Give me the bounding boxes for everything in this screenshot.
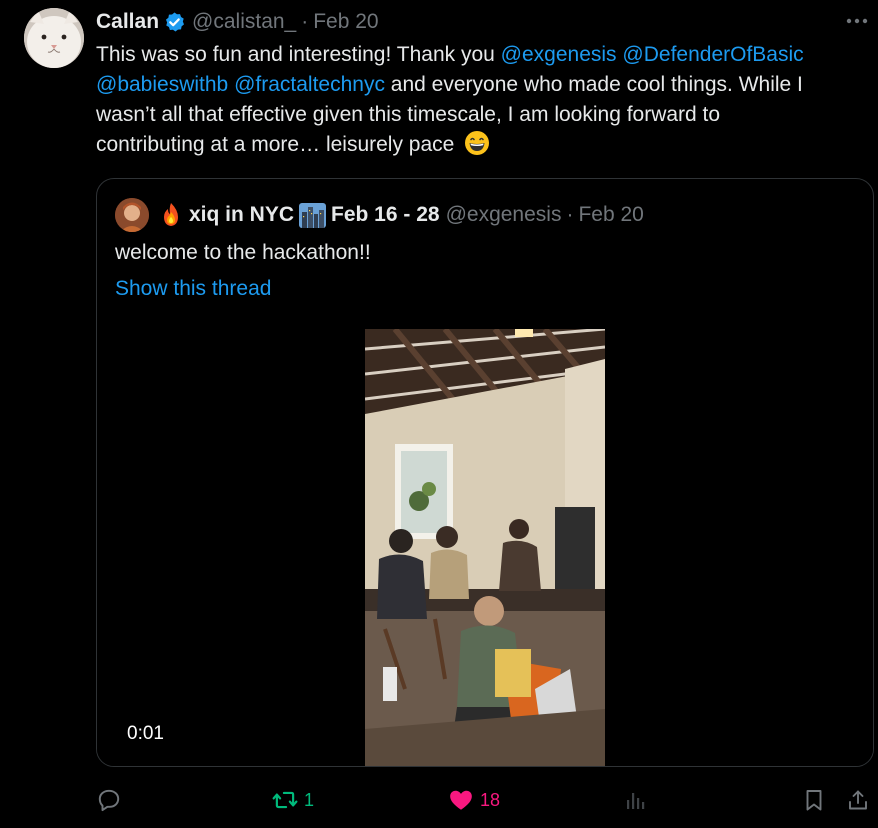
video-timestamp: 0:01	[127, 723, 164, 744]
retweet-button[interactable]: 1	[272, 785, 314, 815]
tweet-date[interactable]: Feb 20	[313, 10, 378, 34]
author-handle[interactable]: @calistan_	[192, 10, 296, 34]
retweet-count: 1	[304, 789, 315, 810]
quoted-tweet[interactable]: xiq in NYC Feb 16 - 28 @exgenesis · Feb …	[96, 178, 874, 767]
like-button[interactable]: 18	[448, 785, 500, 815]
more-button[interactable]	[844, 10, 870, 32]
tweet-text-segment: This was so fun and interesting! Thank y…	[96, 43, 501, 66]
avatar[interactable]	[24, 8, 84, 68]
tweet-text: This was so fun and interesting! Thank y…	[96, 40, 878, 160]
more-icon	[846, 18, 868, 24]
views-button[interactable]	[624, 785, 648, 815]
bookmark-button[interactable]	[802, 785, 826, 815]
show-thread-link[interactable]: Show this thread	[115, 277, 271, 301]
views-icon	[627, 793, 645, 809]
action-bar: 1 18	[96, 785, 878, 815]
video-player[interactable]: 0:01	[97, 329, 873, 766]
heart-icon	[450, 790, 472, 810]
mention-link[interactable]: @babieswithb	[96, 73, 228, 96]
quoted-author-handle[interactable]: @exgenesis	[446, 203, 562, 227]
hackathon-video-still	[365, 329, 605, 766]
mention-link[interactable]: @exgenesis	[501, 43, 617, 66]
tweet-header: Callan @calistan_ · Feb 20	[96, 8, 379, 36]
tweet-text-segment: wasn’t all that effective given this tim…	[96, 103, 721, 126]
reply-button[interactable]	[96, 785, 122, 815]
grinning-emoji-icon	[464, 130, 490, 156]
separator-dot: ·	[301, 10, 309, 33]
like-count: 18	[480, 789, 501, 810]
mention-link[interactable]: @DefenderOfBasic	[622, 43, 803, 66]
separator-dot: ·	[566, 203, 574, 226]
quoted-avatar[interactable]	[115, 198, 149, 232]
retweet-icon	[272, 791, 298, 809]
share-icon	[849, 790, 867, 810]
tweet-text-segment: contributing at a more… leisurely pace	[96, 133, 455, 156]
fire-emoji-icon	[159, 202, 183, 228]
quoted-name-dates[interactable]: Feb 16 - 28	[331, 203, 440, 227]
author-name[interactable]: Callan	[96, 10, 159, 34]
cat-avatar-icon	[24, 8, 84, 68]
verified-badge-icon	[163, 11, 186, 34]
quoted-tweet-date[interactable]: Feb 20	[578, 203, 643, 227]
quoted-author-name[interactable]: xiq in NYC	[189, 203, 294, 227]
share-button[interactable]	[846, 785, 870, 815]
quoted-tweet-header: xiq in NYC Feb 16 - 28 @exgenesis · Feb …	[115, 198, 644, 232]
cityscape-emoji-icon	[299, 202, 327, 228]
tweet-text-segment: and everyone who made cool things. While…	[384, 73, 803, 96]
quoted-tweet-text: welcome to the hackathon!!	[115, 241, 371, 264]
video-frame[interactable]	[365, 329, 605, 766]
mention-link[interactable]: @fractaltechnyc	[234, 73, 385, 96]
bookmark-icon	[806, 790, 822, 811]
reply-icon	[98, 789, 120, 812]
